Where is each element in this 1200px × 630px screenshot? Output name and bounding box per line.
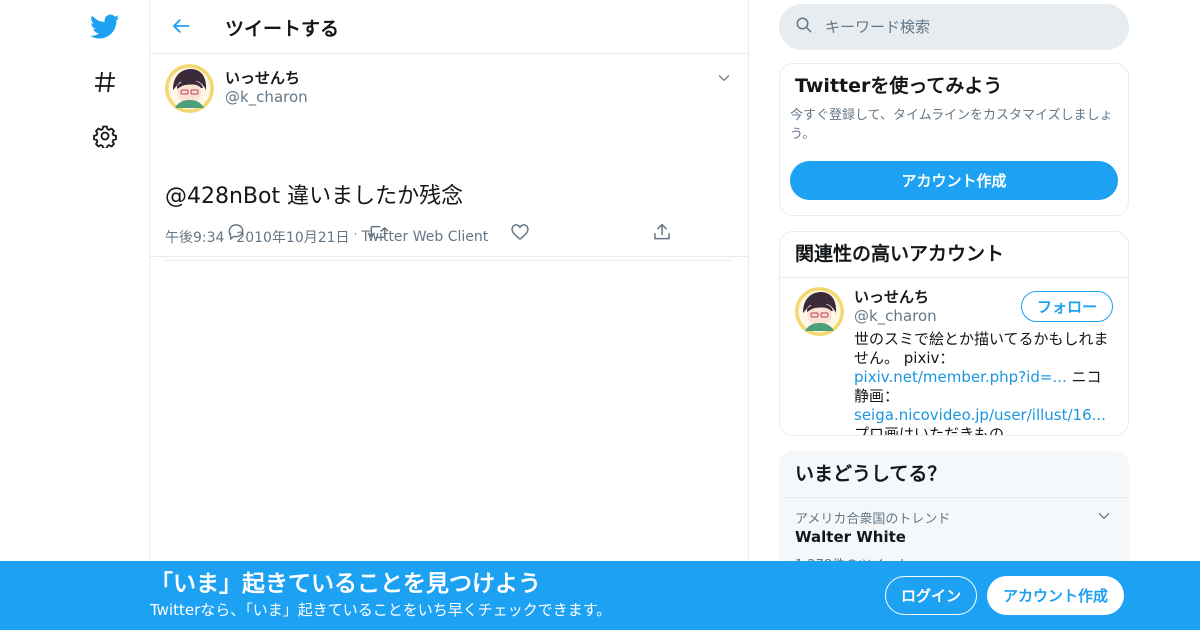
avatar[interactable]: [795, 287, 844, 336]
follow-button[interactable]: フォロー: [1021, 291, 1113, 322]
bio-text: 世のスミで絵とか描いてるかもしれません。 pixiv：: [854, 330, 1109, 367]
related-account-user[interactable]: いっせんち @k_charon: [854, 287, 937, 325]
bio-link-nicoseiga[interactable]: seiga.nicovideo.jp/user/illust/16...: [854, 406, 1106, 424]
gear-icon[interactable]: [85, 116, 125, 156]
trend-location: アメリカ合衆国のトレンド: [795, 512, 951, 527]
main-column: ツイートする いっせんち @k_charon @428nBot 違いましたか残念…: [149, 0, 749, 630]
bottom-bar-subtitle: Twitterなら、「いま」起きていることをいち早くチェックできます。: [150, 601, 612, 619]
search-bar[interactable]: [779, 4, 1129, 50]
display-name[interactable]: いっせんち: [854, 287, 937, 307]
tweet-actions: [150, 207, 748, 256]
hashtag-icon[interactable]: [85, 62, 125, 102]
back-arrow-icon[interactable]: [166, 11, 196, 41]
create-account-button[interactable]: アカウント作成: [790, 161, 1118, 200]
divider: [150, 256, 748, 257]
avatar[interactable]: [165, 64, 214, 113]
screen-name[interactable]: @k_charon: [225, 88, 308, 106]
main-header: ツイートする: [150, 0, 748, 54]
signup-card-title: Twitterを使ってみよう: [795, 75, 1003, 97]
tweet-author[interactable]: いっせんち @k_charon: [225, 68, 308, 106]
twitter-logo-icon[interactable]: [85, 7, 125, 47]
display-name[interactable]: いっせんち: [225, 68, 308, 88]
chevron-down-icon[interactable]: [714, 68, 734, 88]
signup-card-description: 今すぐ登録して、タイムラインをカスタマイズしましょう。: [790, 108, 1113, 142]
related-accounts-title: 関連性の高いアカウント: [780, 232, 1128, 278]
like-icon[interactable]: [507, 219, 533, 245]
screen-name[interactable]: @k_charon: [854, 307, 937, 325]
share-icon[interactable]: [649, 219, 675, 245]
account-bio: 世のスミで絵とか描いてるかもしれません。 pixiv：pixiv.net/mem…: [854, 330, 1114, 436]
create-account-button[interactable]: アカウント作成: [987, 576, 1124, 615]
bio-link-pixiv[interactable]: pixiv.net/member.php?id=...: [854, 368, 1067, 386]
trend-name[interactable]: Walter White: [795, 528, 906, 546]
divider: [165, 260, 733, 261]
page-title: ツイートする: [225, 18, 340, 40]
search-input[interactable]: [825, 18, 1105, 36]
chevron-down-icon[interactable]: [1094, 506, 1114, 526]
search-icon: [795, 16, 813, 38]
retweet-icon[interactable]: [365, 219, 391, 245]
bottom-bar-title: 「いま」起きていることを見つけよう: [150, 571, 541, 597]
signup-card: Twitterを使ってみよう 今すぐ登録して、タイムラインをカスタマイズしましょ…: [779, 63, 1129, 216]
bio-text: プロ画はいただきもの: [854, 425, 1005, 436]
login-button[interactable]: ログイン: [885, 576, 977, 615]
reply-icon[interactable]: [223, 219, 249, 245]
left-nav: [0, 0, 150, 630]
related-accounts-card: 関連性の高いアカウント いっせんち @k_charon フォロー 世のスミで絵と…: [779, 231, 1129, 436]
bottom-signup-bar: 「いま」起きていることを見つけよう Twitterなら、「いま」起きていることを…: [0, 561, 1200, 630]
trends-title: いまどうしてる？: [780, 452, 1128, 498]
